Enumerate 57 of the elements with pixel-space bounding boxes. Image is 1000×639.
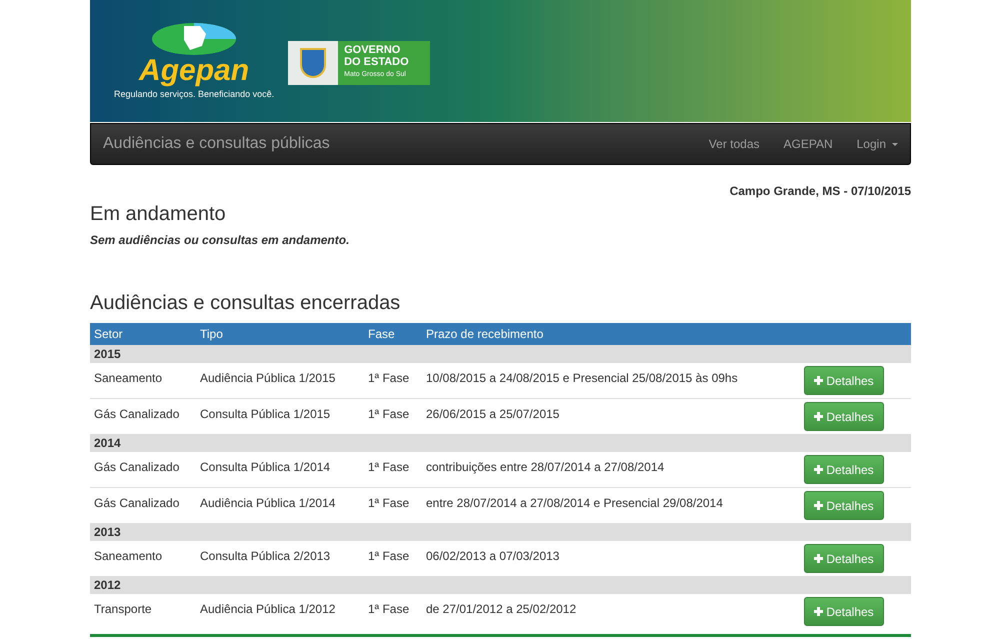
details-button[interactable]: Detalhes: [804, 366, 884, 395]
table-cell-text: Gás Canalizado: [93, 495, 180, 512]
table-cell-text: 10/08/2015 a 24/08/2015 e Presencial 25/08/2015 às 09hs: [426, 370, 739, 387]
details-button[interactable]: Detalhes: [804, 402, 884, 431]
column-header: Tipo: [200, 326, 224, 343]
details-button[interactable]: Detalhes: [804, 491, 884, 520]
section-title: Em andamento: [90, 203, 227, 225]
table-cell-text: Audiência Pública 1/2012: [200, 601, 336, 618]
table-cell-text: 1ª Fase: [368, 495, 410, 512]
table-cell-text: de 27/01/2012 a 25/02/2012: [426, 601, 578, 618]
plus-icon: [814, 376, 824, 385]
logo-text: Agepan: [139, 56, 250, 86]
table-cell-text: Transporte: [93, 601, 153, 618]
table-cell-text: Gás Canalizado: [93, 406, 180, 423]
year-label: 2014: [94, 434, 121, 452]
year-label: 2013: [94, 524, 121, 540]
table-cell-text: Audiência Pública 1/2015: [200, 370, 336, 387]
table-cell-text: Gás Canalizado: [93, 459, 180, 476]
table-cell-text: 26/06/2015 a 25/07/2015: [426, 406, 560, 423]
plus-icon: [814, 554, 824, 563]
details-button[interactable]: Detalhes: [804, 544, 884, 573]
table-cell-text: 1ª Fase: [368, 406, 410, 423]
column-header: Setor: [93, 326, 124, 343]
table-cell-text: Saneamento: [93, 548, 164, 565]
table-cell-text: contribuições entre 28/07/2014 a 27/08/2014: [426, 459, 666, 476]
table-cell-text: 1ª Fase: [368, 459, 410, 476]
empty-message: Sem audiências ou consultas em andamento.: [90, 232, 350, 249]
table-cell-text: 1ª Fase: [368, 601, 410, 618]
table-cell-text: Saneamento: [93, 370, 164, 387]
table-cell-text: 1ª Fase: [368, 548, 410, 565]
table-cell-text: Consulta Pública 2/2013: [200, 548, 332, 565]
nav-link[interactable]: AGEPAN: [784, 135, 833, 153]
plus-icon: [814, 607, 824, 616]
login-dropdown[interactable]: Login: [856, 135, 898, 153]
table-cell-text: Consulta Pública 1/2015: [200, 406, 332, 423]
table-cell-text: 1ª Fase: [368, 370, 410, 387]
location-date: Campo Grande, MS - 07/10/2015: [730, 183, 911, 200]
year-label: 2015: [94, 346, 121, 362]
table-cell-text: Audiência Pública 1/2014: [200, 495, 336, 512]
plus-icon: [814, 412, 824, 421]
column-header: Prazo de recebimento: [426, 326, 544, 343]
plus-icon: [814, 501, 824, 510]
section-title: Audiências e consultas encerradas: [90, 292, 402, 314]
table-cell-text: Consulta Pública 1/2014: [200, 459, 332, 476]
plus-icon: [814, 465, 824, 474]
navbar-brand[interactable]: Audiências e consultas públicas: [103, 132, 330, 156]
details-button[interactable]: Detalhes: [804, 597, 884, 626]
slogan: Regulando serviços. Beneficiando você.: [114, 88, 274, 101]
column-header: Fase: [368, 326, 396, 343]
year-label: 2012: [94, 576, 121, 594]
details-button[interactable]: Detalhes: [804, 455, 884, 484]
nav-link[interactable]: Ver todas: [708, 135, 760, 153]
caret-icon: [892, 142, 898, 146]
table-cell-text: entre 28/07/2014 a 27/08/2014 e Presencial 29/08/2014: [426, 495, 724, 512]
coat-of-arms-icon: [288, 41, 338, 85]
table-cell-text: 06/02/2013 a 07/03/2013: [426, 548, 560, 565]
map-logo-icon: [152, 22, 236, 56]
